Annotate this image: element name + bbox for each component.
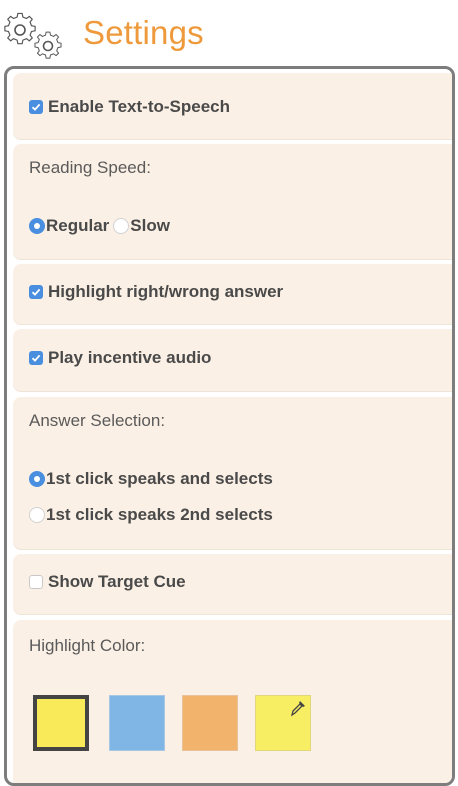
checkbox-unchecked-icon[interactable]	[29, 575, 43, 589]
answer-selection-label: Answer Selection:	[29, 411, 166, 430]
answer-option-1-label: 1st click speaks and selects	[46, 469, 273, 488]
radio-regular-label[interactable]: Regular	[46, 216, 109, 236]
eyedropper-icon[interactable]	[290, 699, 306, 717]
swatch-blue[interactable]	[109, 695, 165, 751]
target-cue-row[interactable]: Show Target Cue	[29, 570, 186, 594]
checkbox-checked-icon[interactable]	[29, 285, 43, 299]
gears-icon	[4, 12, 62, 59]
radio-unselected-icon[interactable]	[29, 507, 45, 523]
checkbox-checked-icon[interactable]	[29, 351, 43, 365]
highlight-answer-section: Highlight right/wrong answer	[13, 264, 452, 324]
swatch-orange[interactable]	[182, 695, 238, 751]
page-title: Settings	[83, 14, 204, 51]
reading-speed-section: Reading Speed: Regular Slow	[13, 144, 452, 259]
highlight-color-label: Highlight Color:	[29, 636, 146, 655]
tts-checkbox-row[interactable]: Enable Text-to-Speech	[29, 95, 230, 119]
radio-regular[interactable]	[29, 218, 45, 234]
tts-section: Enable Text-to-Speech	[13, 73, 452, 139]
swatch-custom[interactable]	[255, 695, 311, 751]
incentive-audio-label: Play incentive audio	[48, 348, 212, 367]
reading-speed-label: Reading Speed:	[29, 158, 151, 177]
settings-panel: Enable Text-to-Speech Reading Speed: Reg…	[4, 66, 455, 786]
reading-speed-options: Regular Slow	[29, 214, 170, 238]
highlight-answer-row[interactable]: Highlight right/wrong answer	[29, 280, 283, 304]
answer-selection-section: Answer Selection: 1st click speaks and s…	[13, 397, 452, 549]
incentive-audio-section: Play incentive audio	[13, 329, 452, 391]
header: Settings	[0, 0, 458, 68]
radio-slow[interactable]	[113, 218, 130, 234]
answer-option-1[interactable]: 1st click speaks and selects	[29, 467, 273, 491]
highlight-answer-label: Highlight right/wrong answer	[48, 282, 284, 301]
radio-selected-icon[interactable]	[29, 471, 45, 487]
target-cue-section: Show Target Cue	[13, 554, 452, 614]
target-cue-label: Show Target Cue	[48, 572, 186, 591]
checkbox-checked-icon[interactable]	[29, 100, 43, 114]
answer-option-2[interactable]: 1st click speaks 2nd selects	[29, 503, 273, 527]
radio-slow-label[interactable]: Slow	[130, 216, 170, 236]
swatch-yellow[interactable]	[33, 695, 89, 751]
tts-label: Enable Text-to-Speech	[48, 97, 230, 116]
answer-option-2-label: 1st click speaks 2nd selects	[46, 505, 273, 524]
incentive-audio-row[interactable]: Play incentive audio	[29, 346, 211, 370]
